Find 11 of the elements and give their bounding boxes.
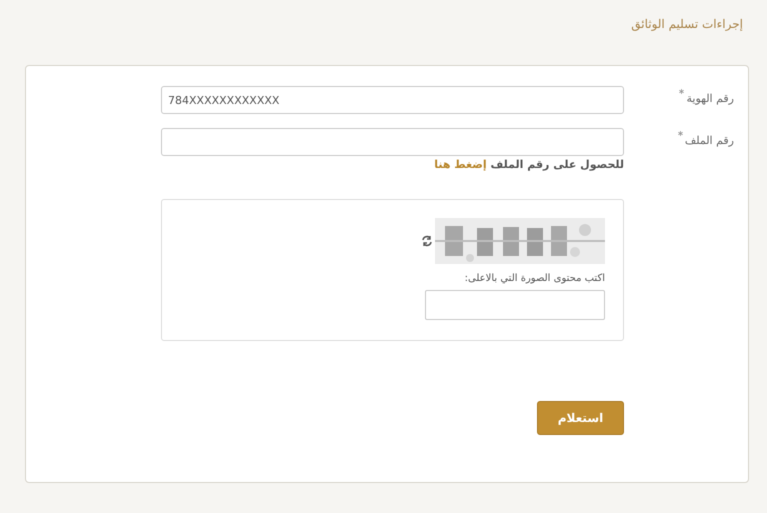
- field-label: رقم الملف: [684, 134, 734, 147]
- file-number-hint: للحصول على رقم الملف إضغط هنا: [433, 158, 624, 171]
- input-field[interactable]: 784XXXXXXXXXXXX: [161, 86, 624, 114]
- field-label: رقم الهوية: [686, 92, 734, 105]
- input-field[interactable]: [161, 128, 624, 156]
- click-here-link[interactable]: إضغط هنا: [434, 158, 487, 171]
- inquiry-button[interactable]: استعلام: [537, 401, 624, 435]
- page-title: إجراءات تسليم الوثائق: [630, 16, 744, 33]
- captcha-input-field[interactable]: [425, 290, 605, 320]
- captcha-prompt: اكتب محتوى الصورة التي بالاعلى:: [464, 273, 605, 284]
- refresh-icon[interactable]: [421, 235, 433, 247]
